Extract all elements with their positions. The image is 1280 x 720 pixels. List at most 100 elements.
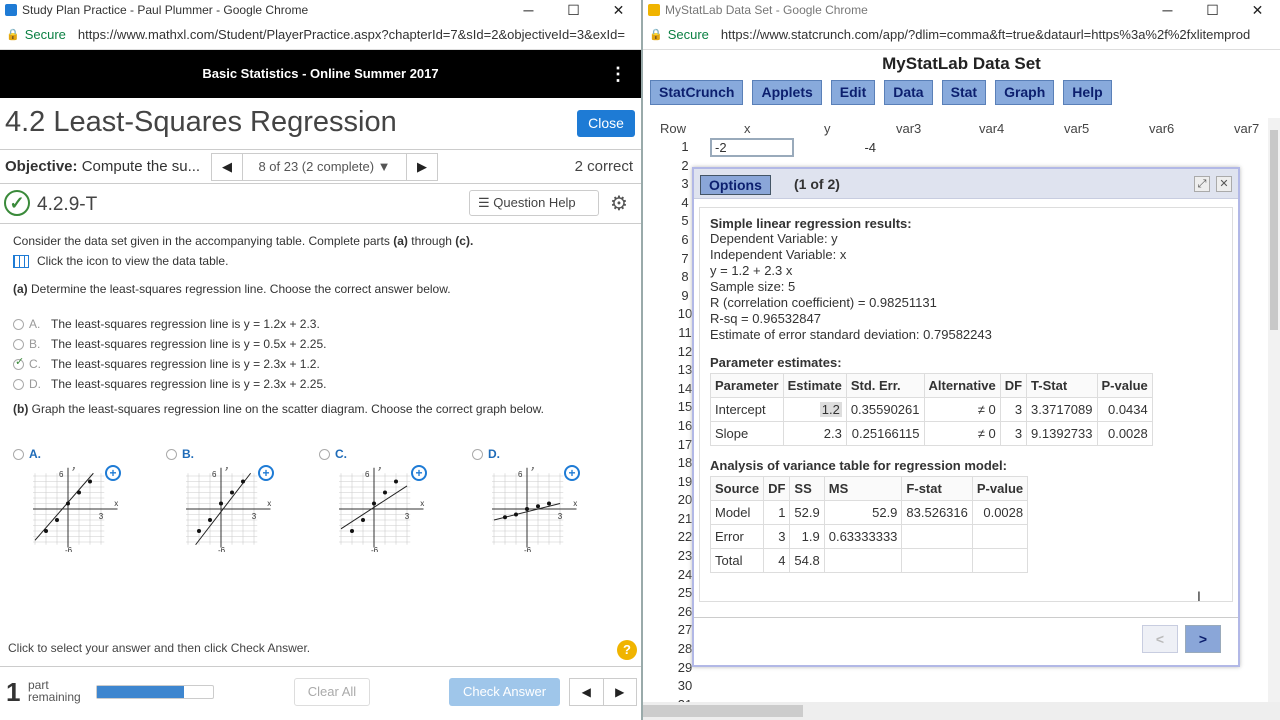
graph-radio[interactable] xyxy=(319,448,330,460)
column-header-2[interactable]: y xyxy=(824,121,831,136)
right-url[interactable]: https://www.statcrunch.com/app/?dlim=com… xyxy=(721,27,1250,42)
next-question-icon[interactable]: ▶ xyxy=(407,159,437,175)
radio-a[interactable] xyxy=(13,318,24,330)
left-url[interactable]: https://www.mathxl.com/Student/PlayerPra… xyxy=(78,27,625,42)
graph-option-a[interactable]: A.+yx6-6-33 xyxy=(13,445,163,565)
axis-label: y xyxy=(378,467,382,471)
left-address-bar[interactable]: 🔒 Secure https://www.mathxl.com/Student/… xyxy=(0,20,641,50)
graph-option-label[interactable]: B. xyxy=(166,447,194,461)
scroll-thumb[interactable] xyxy=(1270,130,1278,330)
radio-b[interactable] xyxy=(13,338,24,350)
data-table-link[interactable]: Click the icon to view the data table. xyxy=(13,254,633,268)
answer-option-d[interactable]: D. The least-squares regression line is y… xyxy=(13,374,633,394)
table-row: Model 1 52.9 52.9 83.526316 0.0028 xyxy=(709,500,1029,525)
menu-data[interactable]: Data xyxy=(884,80,933,105)
right-address-bar[interactable]: 🔒 Secure https://www.statcrunch.com/app/… xyxy=(643,20,1280,50)
graph-option-label[interactable]: C. xyxy=(319,447,347,461)
prev-icon[interactable]: ◀ xyxy=(570,679,604,705)
radio-d[interactable] xyxy=(13,378,24,390)
table-header-cell: Source xyxy=(709,476,765,501)
help-icon[interactable]: ? xyxy=(617,640,637,660)
section-title-row: 4.2 Least-Squares Regression Close xyxy=(0,98,641,150)
next-page-button[interactable]: > xyxy=(1185,625,1221,653)
right-tab-title: MyStatLab Data Set - Google Chrome xyxy=(665,3,868,17)
column-header-0[interactable]: Row xyxy=(660,121,686,136)
vertical-scrollbar[interactable] xyxy=(1268,118,1280,720)
grid-header: Row x y var3 var4 var5 var6 var7 xyxy=(660,121,1280,139)
close-dialog-icon[interactable]: ✕ xyxy=(1216,176,1232,192)
horizontal-scrollbar[interactable] xyxy=(643,702,1280,720)
menu-statcrunch[interactable]: StatCrunch xyxy=(650,80,744,105)
menu-edit[interactable]: Edit xyxy=(830,80,876,105)
table-header-cell: DF xyxy=(763,476,791,501)
answer-option-b[interactable]: B. The least-squares regression line is y… xyxy=(13,334,633,354)
close-window-icon[interactable]: ✕ xyxy=(596,0,641,20)
page-title: 4.2 Least-Squares Regression xyxy=(5,106,397,139)
graph-radio[interactable] xyxy=(166,448,177,460)
column-header-4[interactable]: var4 xyxy=(979,121,1004,136)
options-button[interactable]: Options xyxy=(700,175,771,195)
objective-text[interactable]: Compute the su... xyxy=(82,158,200,175)
clear-all-button[interactable]: Clear All xyxy=(294,678,370,706)
table-header-cell: P-value xyxy=(1096,373,1153,398)
maximize-icon[interactable]: ☐ xyxy=(551,0,596,20)
column-header-1[interactable]: x xyxy=(744,121,751,136)
menu-applets[interactable]: Applets xyxy=(752,80,822,105)
table-cell: 54.8 xyxy=(789,548,825,573)
h-scroll-thumb[interactable] xyxy=(643,705,803,717)
prev-question-icon[interactable]: ◀ xyxy=(212,159,242,175)
answer-option-a[interactable]: A. The least-squares regression line is y… xyxy=(13,314,633,334)
column-header-7[interactable]: var7 xyxy=(1234,121,1259,136)
regression-results-dialog: Options (1 of 2) ⤢ ✕ Simple linear regre… xyxy=(692,167,1240,667)
statcrunch-menu-bar: StatCrunch Applets Edit Data Stat Graph Help xyxy=(650,80,1121,105)
table-icon[interactable] xyxy=(13,254,29,268)
check-answer-button[interactable]: Check Answer xyxy=(449,678,560,706)
question-help-button[interactable]: ☰ Question Help xyxy=(469,190,599,216)
lock-icon: 🔒 xyxy=(6,29,20,41)
footer-navigation: ◀ ▶ xyxy=(569,678,637,706)
gear-icon[interactable]: ⚙ xyxy=(610,191,628,216)
cell-y-1[interactable]: -4 xyxy=(794,138,880,157)
axis-label: x xyxy=(420,499,424,508)
table-row: Error 3 1.9 0.63333333 xyxy=(709,524,1029,549)
cell-x-1[interactable]: -2 xyxy=(710,138,794,157)
graph-radio[interactable] xyxy=(13,448,24,460)
minimize-icon[interactable]: ─ xyxy=(506,0,551,20)
more-menu-icon[interactable]: ⋮ xyxy=(609,50,627,98)
data-point xyxy=(197,529,201,533)
option-b-letter: B. xyxy=(29,337,41,351)
table-cell xyxy=(901,548,973,573)
part-b-prompt: (b) Graph the least-squares regression l… xyxy=(13,402,633,416)
column-header-3[interactable]: var3 xyxy=(896,121,921,136)
highlighted-value: 1.2 xyxy=(819,402,842,417)
expand-icon[interactable]: ⤢ xyxy=(1194,176,1210,192)
table-row: Total 4 54.8 xyxy=(709,548,1029,573)
graph-option-c[interactable]: C.+yx6-6-33 xyxy=(319,445,469,565)
result-line: Estimate of error standard deviation: 0.… xyxy=(710,327,992,342)
minimize-icon[interactable]: ─ xyxy=(1145,0,1190,20)
axis-label: x xyxy=(114,499,118,508)
close-window-icon[interactable]: ✕ xyxy=(1235,0,1280,20)
graph-option-label[interactable]: A. xyxy=(13,447,41,461)
secure-label: Secure xyxy=(667,27,709,42)
graph-radio[interactable] xyxy=(472,448,483,460)
prev-page-button[interactable]: < xyxy=(1142,625,1178,653)
answer-option-c[interactable]: ✓ C. The least-squares regression line is … xyxy=(13,354,633,374)
radio-c-selected[interactable]: ✓ xyxy=(13,356,24,370)
column-header-5[interactable]: var5 xyxy=(1064,121,1089,136)
data-point xyxy=(372,501,376,506)
menu-help[interactable]: Help xyxy=(1063,80,1112,105)
menu-stat[interactable]: Stat xyxy=(941,80,987,105)
graph-option-d[interactable]: D.+yx6-6-33 xyxy=(472,445,622,565)
next-icon[interactable]: ▶ xyxy=(604,679,637,705)
column-header-6[interactable]: var6 xyxy=(1149,121,1174,136)
text-cursor-icon: I xyxy=(1197,588,1201,604)
table-cell xyxy=(971,548,1029,573)
graph-option-b[interactable]: B.+yx6-6-33 xyxy=(166,445,316,565)
left-title-bar: Study Plan Practice - Paul Plummer - Goo… xyxy=(0,0,641,20)
question-dropdown[interactable]: 8 of 23 (2 complete) ▼ xyxy=(242,154,407,180)
menu-graph[interactable]: Graph xyxy=(995,80,1055,105)
graph-option-label[interactable]: D. xyxy=(472,447,500,461)
close-button[interactable]: Close xyxy=(577,110,635,137)
maximize-icon[interactable]: ☐ xyxy=(1190,0,1235,20)
